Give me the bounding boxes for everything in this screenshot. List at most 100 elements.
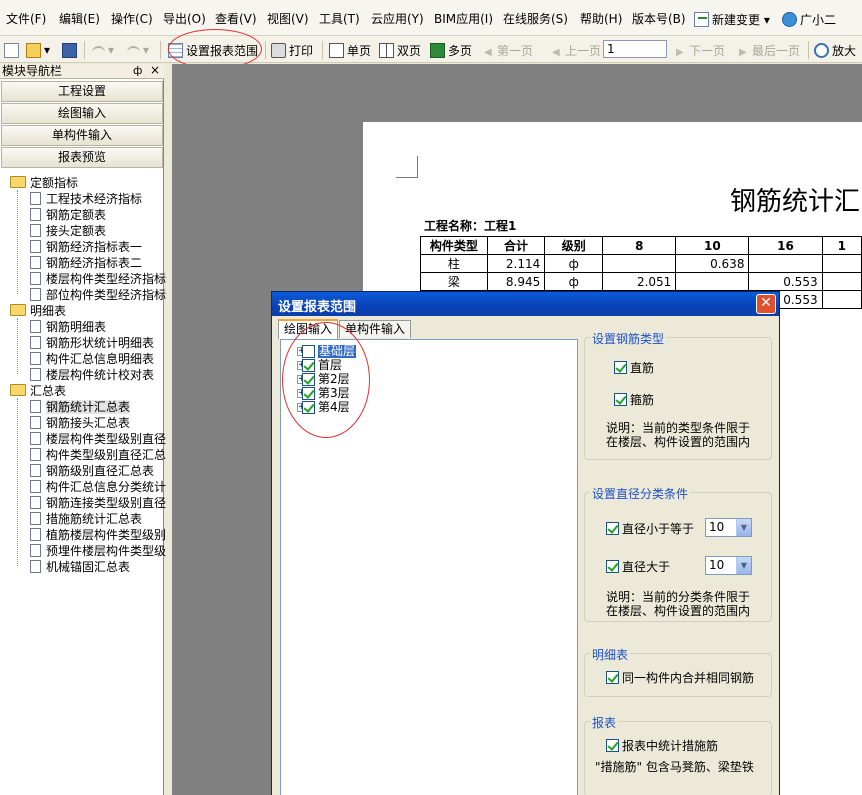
floor-checkbox[interactable]: [302, 359, 315, 372]
diameter-le-checkbox[interactable]: [606, 522, 619, 535]
tree-group-summary[interactable]: 汇总表: [10, 384, 66, 398]
tree-item[interactable]: 钢筋接头汇总表: [30, 416, 130, 430]
dialog-titlebar[interactable]: 设置报表范围 ✕: [272, 292, 779, 316]
table-header: 1: [821, 236, 862, 255]
floor-checkbox[interactable]: [302, 401, 315, 414]
floor-checkbox[interactable]: [302, 373, 315, 386]
tab-drawing-input[interactable]: 绘图输入: [278, 319, 339, 339]
menu-edit[interactable]: 编辑(E): [59, 12, 100, 26]
diameter-gt-option[interactable]: 直径大于: [606, 558, 670, 575]
floor-item-4[interactable]: 第4层: [302, 401, 350, 414]
single-page-button[interactable]: 单页: [329, 40, 371, 60]
menu-help[interactable]: 帮助(H): [580, 12, 622, 26]
diameter-le-option[interactable]: 直径小于等于: [606, 520, 694, 537]
print-button[interactable]: 打印: [271, 40, 313, 60]
tree-item[interactable]: 钢筋级别直径汇总表: [30, 464, 154, 478]
menu-online[interactable]: 在线服务(S): [503, 12, 568, 26]
count-measure-rebar-checkbox[interactable]: [606, 739, 619, 752]
table-row: 柱 2.114 ф 0.638: [420, 254, 862, 273]
menu-assistant[interactable]: 广小二: [782, 12, 836, 27]
stirrup-option[interactable]: 箍筋: [614, 391, 654, 408]
menu-version[interactable]: 版本号(B): [632, 12, 686, 26]
new-button[interactable]: [4, 40, 22, 60]
count-measure-rebar-option[interactable]: 报表中统计措施筋: [606, 737, 718, 754]
floor-item-first[interactable]: 首层: [302, 359, 342, 372]
report-doc-icon: [30, 224, 41, 237]
straight-bar-option[interactable]: 直筋: [614, 359, 654, 376]
first-page-button[interactable]: 第一页: [484, 40, 533, 60]
multi-page-button[interactable]: 多页: [430, 40, 472, 60]
dialog-close-button[interactable]: ✕: [756, 294, 776, 314]
menu-cloud[interactable]: 云应用(Y): [371, 12, 424, 26]
tree-item[interactable]: 工程技术经济指标: [30, 192, 142, 206]
nav-drawing-input[interactable]: 绘图输入: [1, 103, 163, 124]
floor-item-3[interactable]: 第3层: [302, 387, 350, 400]
set-report-range-button[interactable]: 设置报表范围: [168, 40, 258, 60]
tree-item[interactable]: 构件汇总信息分类统计: [30, 480, 166, 494]
menu-view[interactable]: 查看(V): [215, 12, 257, 26]
floor-checkbox[interactable]: [302, 345, 315, 358]
nav-single-component-input[interactable]: 单构件输入: [1, 125, 163, 146]
menu-viewport[interactable]: 视图(V): [267, 12, 309, 26]
open-button[interactable]: ▾: [26, 40, 50, 60]
merge-same-rebar-checkbox[interactable]: [606, 671, 619, 684]
tree-item[interactable]: 接头定额表: [30, 224, 106, 238]
tree-item[interactable]: 楼层构件类型级别直径: [30, 432, 166, 446]
chevron-down-icon[interactable]: ▼: [736, 557, 751, 574]
next-page-button[interactable]: 下一页: [676, 40, 725, 60]
tree-item[interactable]: 钢筋经济指标表一: [30, 240, 142, 254]
tree-group-quota-index[interactable]: 定额指标: [10, 176, 78, 190]
merge-same-rebar-option[interactable]: 同一构件内合并相同钢筋: [606, 669, 754, 686]
panel-close-icon[interactable]: ×: [150, 63, 160, 77]
floor-item-foundation[interactable]: 基础层: [302, 345, 357, 358]
floor-checkbox[interactable]: [302, 387, 315, 400]
page-number-input[interactable]: [603, 40, 667, 58]
menu-tools[interactable]: 工具(T): [319, 12, 360, 26]
last-page-button[interactable]: 最后一页: [739, 40, 800, 60]
prev-page-button[interactable]: 上一页: [552, 40, 601, 60]
save-button[interactable]: [62, 40, 80, 60]
zoom-in-button[interactable]: 放大: [814, 40, 856, 60]
report-range-icon: [168, 42, 183, 58]
nav-project-settings[interactable]: 工程设置: [1, 81, 163, 102]
tree-item[interactable]: 楼层构件统计校对表: [30, 368, 154, 382]
tree-group-detail[interactable]: 明细表: [10, 304, 66, 318]
tree-item[interactable]: 钢筋明细表: [30, 320, 106, 334]
chevron-down-icon[interactable]: ▼: [736, 519, 751, 536]
tree-item[interactable]: 部位构件类型经济指标: [30, 288, 166, 302]
tree-item[interactable]: 机械锚固汇总表: [30, 560, 130, 574]
tree-item-selected[interactable]: 钢筋统计汇总表: [30, 400, 131, 414]
report-doc-icon: [30, 496, 41, 509]
straight-bar-checkbox[interactable]: [614, 361, 627, 374]
tree-item[interactable]: 预埋件楼层构件类型级: [30, 544, 166, 558]
menu-bim[interactable]: BIM应用(I): [434, 12, 493, 26]
tree-item[interactable]: 构件类型级别直径汇总: [30, 448, 166, 462]
tree-item[interactable]: 措施筋统计汇总表: [30, 512, 142, 526]
menu-new-change[interactable]: 新建变更 ▾: [694, 12, 770, 27]
tree-item[interactable]: 钢筋形状统计明细表: [30, 336, 154, 350]
floor-item-2[interactable]: 第2层: [302, 373, 350, 386]
tree-item[interactable]: 钢筋经济指标表二: [30, 256, 142, 270]
tree-item[interactable]: 构件汇总信息明细表: [30, 352, 154, 366]
tree-item[interactable]: 植筋楼层构件类型级别: [30, 528, 166, 542]
report-doc-icon: [30, 256, 41, 269]
undo-button[interactable]: ▾: [92, 40, 114, 60]
redo-button[interactable]: ▾: [127, 40, 149, 60]
diameter-gt-checkbox[interactable]: [606, 560, 619, 573]
tree-item[interactable]: 楼层构件类型经济指标: [30, 272, 166, 286]
double-page-button[interactable]: 双页: [379, 40, 421, 60]
tree-item[interactable]: 钢筋定额表: [30, 208, 106, 222]
diameter-le-select[interactable]: 10 ▼: [705, 518, 752, 537]
stirrup-checkbox[interactable]: [614, 393, 627, 406]
menu-export[interactable]: 导出(O): [163, 12, 206, 26]
table-cell: [821, 272, 862, 291]
nav-report-preview[interactable]: 报表预览: [1, 147, 163, 168]
rebar-type-note: 说明：当前的类型条件限于 在楼层、构件设置的范围内: [606, 421, 751, 449]
tab-single-component-input[interactable]: 单构件输入: [339, 320, 412, 338]
tree-item[interactable]: 钢筋连接类型级别直径: [30, 496, 166, 510]
menu-operate[interactable]: 操作(C): [111, 12, 153, 26]
diameter-gt-select[interactable]: 10 ▼: [705, 556, 752, 575]
pin-icon[interactable]: ф: [133, 64, 142, 77]
new-change-icon: [694, 12, 709, 27]
menu-file[interactable]: 文件(F): [6, 12, 46, 26]
